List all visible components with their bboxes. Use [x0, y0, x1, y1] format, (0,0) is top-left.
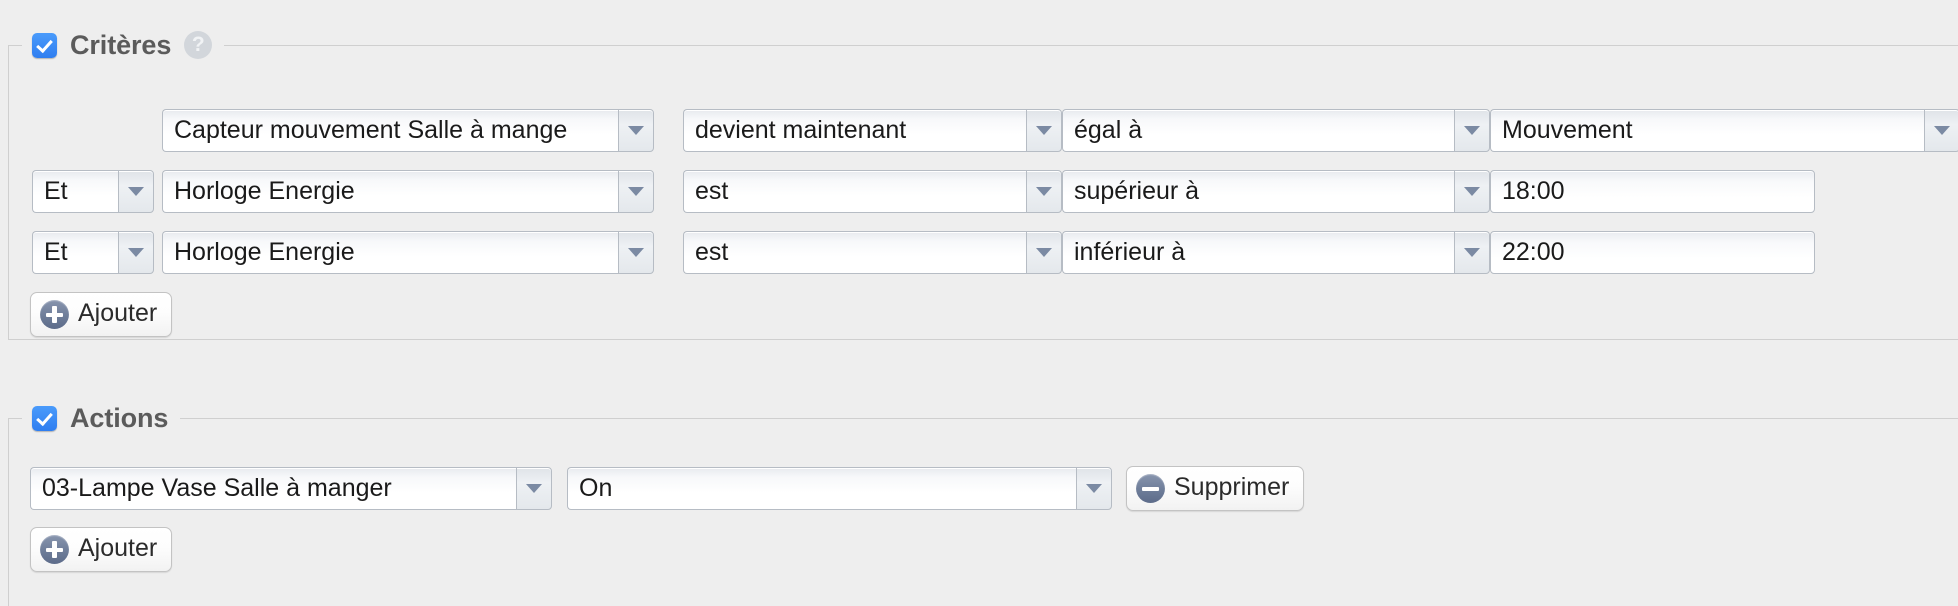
- criteria-row-source: Horloge Energie: [162, 231, 654, 274]
- criteria-event-select[interactable]: devient maintenant: [683, 109, 1062, 152]
- chevron-down-icon[interactable]: [1454, 231, 1490, 274]
- criteria-add-button[interactable]: Ajouter: [30, 292, 173, 337]
- criteria-row-value: 22:00: [1490, 231, 1815, 274]
- plus-circle-icon: [40, 535, 69, 564]
- chevron-down-icon[interactable]: [118, 170, 154, 213]
- actions-legend: Actions: [22, 401, 181, 435]
- criteria-conjunction-select[interactable]: Et: [32, 231, 154, 274]
- criteria-source-value: Horloge Energie: [162, 231, 618, 274]
- criteria-legend: Critères ?: [22, 28, 225, 62]
- chevron-down-icon[interactable]: [618, 109, 654, 152]
- action-state-select[interactable]: On: [567, 467, 1112, 510]
- criteria-source-select[interactable]: Capteur mouvement Salle à mange: [162, 109, 654, 152]
- criteria-event-value: est: [683, 231, 1026, 274]
- criteria-conjunction-select[interactable]: Et: [32, 170, 154, 213]
- criteria-legend-label: Critères: [70, 29, 172, 60]
- actions-add-button[interactable]: Ajouter: [30, 527, 173, 572]
- chevron-down-icon[interactable]: [516, 467, 552, 510]
- criteria-value-value: Mouvement: [1490, 109, 1924, 152]
- criteria-add-button-label: Ajouter: [78, 299, 158, 327]
- criteria-operator-value: inférieur à: [1062, 231, 1454, 274]
- chevron-down-icon[interactable]: [618, 170, 654, 213]
- criteria-row-operator: inférieur à: [1062, 231, 1490, 274]
- actions-fieldset: [8, 418, 1958, 606]
- criteria-event-select[interactable]: est: [683, 170, 1062, 213]
- chevron-down-icon[interactable]: [1454, 170, 1490, 213]
- criteria-source-select[interactable]: Horloge Energie: [162, 170, 654, 213]
- chevron-down-icon[interactable]: [1026, 231, 1062, 274]
- criteria-value-input[interactable]: 18:00: [1490, 170, 1815, 213]
- criteria-row: Et: [32, 170, 154, 213]
- action-delete-button-label: Supprimer: [1174, 473, 1290, 501]
- action-target-value: 03-Lampe Vase Salle à manger: [30, 467, 516, 510]
- criteria-row-source: Horloge Energie: [162, 170, 654, 213]
- criteria-operator-value: supérieur à: [1062, 170, 1454, 213]
- criteria-source-select[interactable]: Horloge Energie: [162, 231, 654, 274]
- chevron-down-icon[interactable]: [118, 231, 154, 274]
- criteria-row-operator: supérieur à: [1062, 170, 1490, 213]
- action-row-state: On: [567, 467, 1112, 510]
- criteria-conjunction-value: Et: [32, 170, 118, 213]
- action-state-value: On: [567, 467, 1076, 510]
- minus-circle-icon: [1136, 474, 1165, 503]
- criteria-event-select[interactable]: est: [683, 231, 1062, 274]
- chevron-down-icon[interactable]: [618, 231, 654, 274]
- criteria-source-value: Horloge Energie: [162, 170, 618, 213]
- criteria-value-input[interactable]: 22:00: [1490, 231, 1815, 274]
- criteria-event-value: devient maintenant: [683, 109, 1026, 152]
- criteria-row-event: est: [683, 170, 1062, 213]
- action-delete-button[interactable]: Supprimer: [1126, 466, 1305, 511]
- criteria-source-value: Capteur mouvement Salle à mange: [162, 109, 618, 152]
- criteria-row-operator: égal à: [1062, 109, 1490, 152]
- criteria-row-value: Mouvement: [1490, 109, 1958, 152]
- criteria-operator-value: égal à: [1062, 109, 1454, 152]
- chevron-down-icon[interactable]: [1026, 170, 1062, 213]
- help-question-icon[interactable]: ?: [184, 31, 213, 59]
- chevron-down-icon[interactable]: [1924, 109, 1958, 152]
- criteria-operator-select[interactable]: supérieur à: [1062, 170, 1490, 213]
- criteria-value-select[interactable]: Mouvement: [1490, 109, 1958, 152]
- criteria-operator-select[interactable]: égal à: [1062, 109, 1490, 152]
- criteria-row-event: est: [683, 231, 1062, 274]
- criteria-row: Capteur mouvement Salle à mange: [162, 109, 654, 152]
- criteria-row: Et: [32, 231, 154, 274]
- criteria-row-event: devient maintenant: [683, 109, 1062, 152]
- criteria-conjunction-value: Et: [32, 231, 118, 274]
- actions-add-button-label: Ajouter: [78, 534, 158, 562]
- criteria-enable-checkbox[interactable]: [32, 32, 57, 58]
- plus-circle-icon: [40, 300, 69, 329]
- actions-enable-checkbox[interactable]: [32, 405, 57, 431]
- action-target-select[interactable]: 03-Lampe Vase Salle à manger: [30, 467, 552, 510]
- actions-legend-label: Actions: [70, 402, 169, 433]
- action-row: 03-Lampe Vase Salle à manger: [30, 467, 552, 510]
- chevron-down-icon[interactable]: [1076, 467, 1112, 510]
- chevron-down-icon[interactable]: [1454, 109, 1490, 152]
- criteria-operator-select[interactable]: inférieur à: [1062, 231, 1490, 274]
- criteria-event-value: est: [683, 170, 1026, 213]
- chevron-down-icon[interactable]: [1026, 109, 1062, 152]
- criteria-row-value: 18:00: [1490, 170, 1815, 213]
